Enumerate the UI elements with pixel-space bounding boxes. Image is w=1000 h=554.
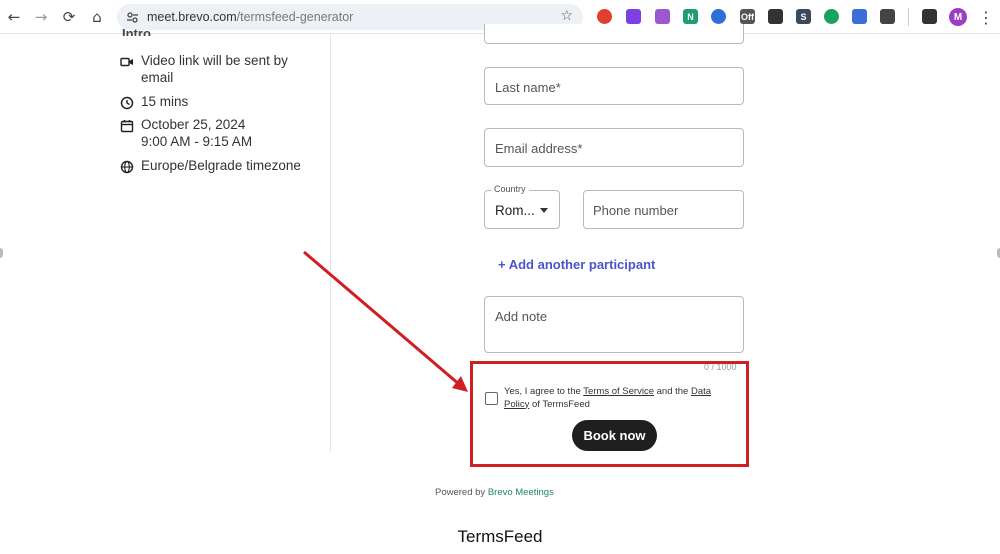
powered-by-text: Powered by	[435, 487, 488, 498]
agree-suffix: of TermsFeed	[529, 398, 590, 410]
caption-bar: TermsFeed	[0, 519, 1000, 554]
terms-link[interactable]: Terms of Service	[583, 386, 654, 397]
agree-text: Yes, I agree to the Terms of Service and…	[504, 386, 734, 411]
agree-checkbox[interactable]	[485, 392, 498, 405]
agree-prefix: Yes, I agree to the	[504, 386, 584, 397]
agree-middle: and the	[653, 386, 691, 397]
caption-text: TermsFeed	[457, 527, 543, 546]
annotation-arrow	[303, 250, 468, 392]
brevo-meetings-link[interactable]: Brevo Meetings	[488, 487, 554, 498]
highlight-box	[470, 361, 749, 467]
powered-by: Powered by Brevo Meetings	[435, 487, 554, 498]
book-now-button[interactable]: Book now	[572, 420, 657, 451]
left-scroll-handle[interactable]	[0, 248, 3, 258]
